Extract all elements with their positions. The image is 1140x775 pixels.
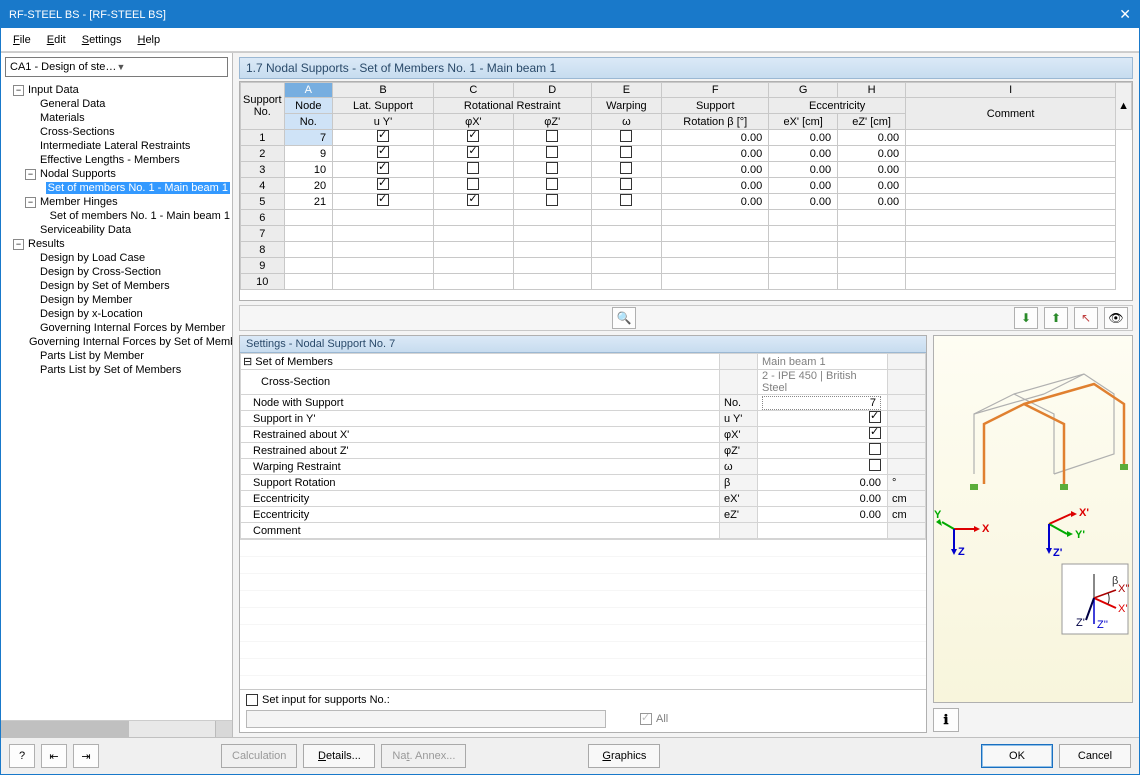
col-support-no: Support No. (241, 83, 285, 130)
tree-set-members-1b[interactable]: Set of members No. 1 - Main beam 1 (1, 209, 232, 223)
svg-text:X: X (982, 523, 990, 535)
tree-by-crosssection[interactable]: Design by Cross-Section (1, 265, 232, 279)
nat-annex-button[interactable]: Nat. Annex... (381, 744, 466, 768)
view-icon[interactable]: 👁 (1104, 307, 1128, 329)
settings-header: Settings - Nodal Support No. 7 (240, 336, 926, 353)
tree-results[interactable]: −Results (1, 237, 232, 251)
settings-table[interactable]: ⊟ Set of MembersMain beam 1 Cross-Sectio… (240, 353, 926, 539)
graphics-button[interactable]: Graphics (588, 744, 660, 768)
svg-text:Z': Z' (1076, 617, 1085, 629)
tree-hscroll[interactable] (1, 720, 232, 737)
grid-toolbar: 🔍 ⬇ ⬆ ↖ 👁 (239, 305, 1133, 331)
tree-gov-member[interactable]: Governing Internal Forces by Member (1, 321, 232, 335)
tree-materials[interactable]: Materials (1, 111, 232, 125)
svg-text:X': X' (1079, 507, 1089, 519)
table-row[interactable]: 5210.000.000.00 (241, 194, 1132, 210)
support-y-check[interactable] (869, 411, 881, 423)
pick-icon[interactable]: ↖ (1074, 307, 1098, 329)
chevron-down-icon: ▼ (117, 62, 224, 72)
table-row[interactable]: 10 (241, 274, 1132, 290)
export-excel-icon[interactable]: ⬇ (1014, 307, 1038, 329)
svg-text:X'': X'' (1118, 583, 1130, 595)
case-combo[interactable]: CA1 - Design of steel members according … (5, 57, 228, 77)
titlebar: RF-STEEL BS - [RF-STEEL BS] ✕ (1, 1, 1139, 28)
close-icon[interactable]: ✕ (1119, 6, 1131, 23)
tree-input-data[interactable]: −Input Data (1, 83, 232, 97)
nav-tree[interactable]: −Input Data General Data Materials Cross… (1, 81, 232, 720)
table-row[interactable]: 6 (241, 210, 1132, 226)
table-row[interactable]: 170.000.000.00 (241, 130, 1132, 146)
tree-by-loadcase[interactable]: Design by Load Case (1, 251, 232, 265)
menu-file[interactable]: File (5, 32, 39, 48)
ok-button[interactable]: OK (981, 744, 1053, 768)
help-icon[interactable]: ? (9, 744, 35, 768)
menu-edit[interactable]: Edit (39, 32, 74, 48)
filter-icon[interactable]: 🔍 (612, 307, 636, 329)
menu-settings[interactable]: Settings (74, 32, 130, 48)
import-excel-icon[interactable]: ⬆ (1044, 307, 1068, 329)
table-row[interactable]: 3100.000.000.00 (241, 162, 1132, 178)
cancel-button[interactable]: Cancel (1059, 744, 1131, 768)
table-row[interactable]: 7 (241, 226, 1132, 242)
restrained-x-check[interactable] (869, 427, 881, 439)
tree-parts-member[interactable]: Parts List by Member (1, 349, 232, 363)
tree-nodal-supports[interactable]: −Nodal Supports (1, 167, 232, 181)
svg-text:β: β (1112, 575, 1118, 587)
all-check (640, 713, 652, 725)
svg-text:Y: Y (934, 509, 942, 521)
tree-int-restraints[interactable]: Intermediate Lateral Restraints (1, 139, 232, 153)
svg-text:Z: Z (958, 546, 965, 558)
node-with-support-input[interactable] (762, 396, 881, 410)
footer: ? ⇤ ⇥ Calculation Details... Nat. Annex.… (1, 737, 1139, 774)
table-row[interactable]: 8 (241, 242, 1132, 258)
restrained-z-check[interactable] (869, 443, 881, 455)
svg-text:Z': Z' (1053, 547, 1063, 559)
supports-grid[interactable]: Support No. A B C D E F G H I ▲ Node (239, 81, 1133, 301)
svg-text:X': X' (1118, 603, 1127, 615)
menu-help[interactable]: Help (129, 32, 168, 48)
tree-general-data[interactable]: General Data (1, 97, 232, 111)
window-title: RF-STEEL BS - [RF-STEEL BS] (9, 9, 166, 21)
tree-parts-set[interactable]: Parts List by Set of Members (1, 363, 232, 377)
details-button[interactable]: Details... (303, 744, 375, 768)
svg-text:Y': Y' (1075, 529, 1085, 541)
panel-title: 1.7 Nodal Supports - Set of Members No. … (239, 57, 1133, 79)
svg-text:Z'': Z'' (1097, 619, 1108, 631)
tree-by-member[interactable]: Design by Member (1, 293, 232, 307)
next-icon[interactable]: ⇥ (73, 744, 99, 768)
menubar: File Edit Settings Help (1, 28, 1139, 52)
tree-serviceability[interactable]: Serviceability Data (1, 223, 232, 237)
tree-gov-set[interactable]: Governing Internal Forces by Set of Memb… (1, 335, 232, 349)
tree-eff-lengths[interactable]: Effective Lengths - Members (1, 153, 232, 167)
preview-3d[interactable]: X Y Z X' Y' Z' (933, 335, 1133, 703)
set-input-check[interactable] (246, 694, 258, 706)
tree-by-set[interactable]: Design by Set of Members (1, 279, 232, 293)
tree-by-xloc[interactable]: Design by x-Location (1, 307, 232, 321)
supports-range-input[interactable] (246, 710, 606, 728)
axes-icon: X Y Z X' Y' Z' (934, 336, 1134, 702)
warping-check[interactable] (869, 459, 881, 471)
prev-icon[interactable]: ⇤ (41, 744, 67, 768)
tree-member-hinges[interactable]: −Member Hinges (1, 195, 232, 209)
table-row[interactable]: 290.000.000.00 (241, 146, 1132, 162)
info-icon[interactable]: ℹ (933, 708, 959, 732)
grid-vscroll[interactable]: ▲ (1116, 83, 1132, 130)
calculation-button[interactable]: Calculation (221, 744, 297, 768)
tree-cross-sections[interactable]: Cross-Sections (1, 125, 232, 139)
tree-set-members-1a[interactable]: Set of members No. 1 - Main beam 1 (1, 181, 232, 195)
table-row[interactable]: 9 (241, 258, 1132, 274)
table-row[interactable]: 4200.000.000.00 (241, 178, 1132, 194)
